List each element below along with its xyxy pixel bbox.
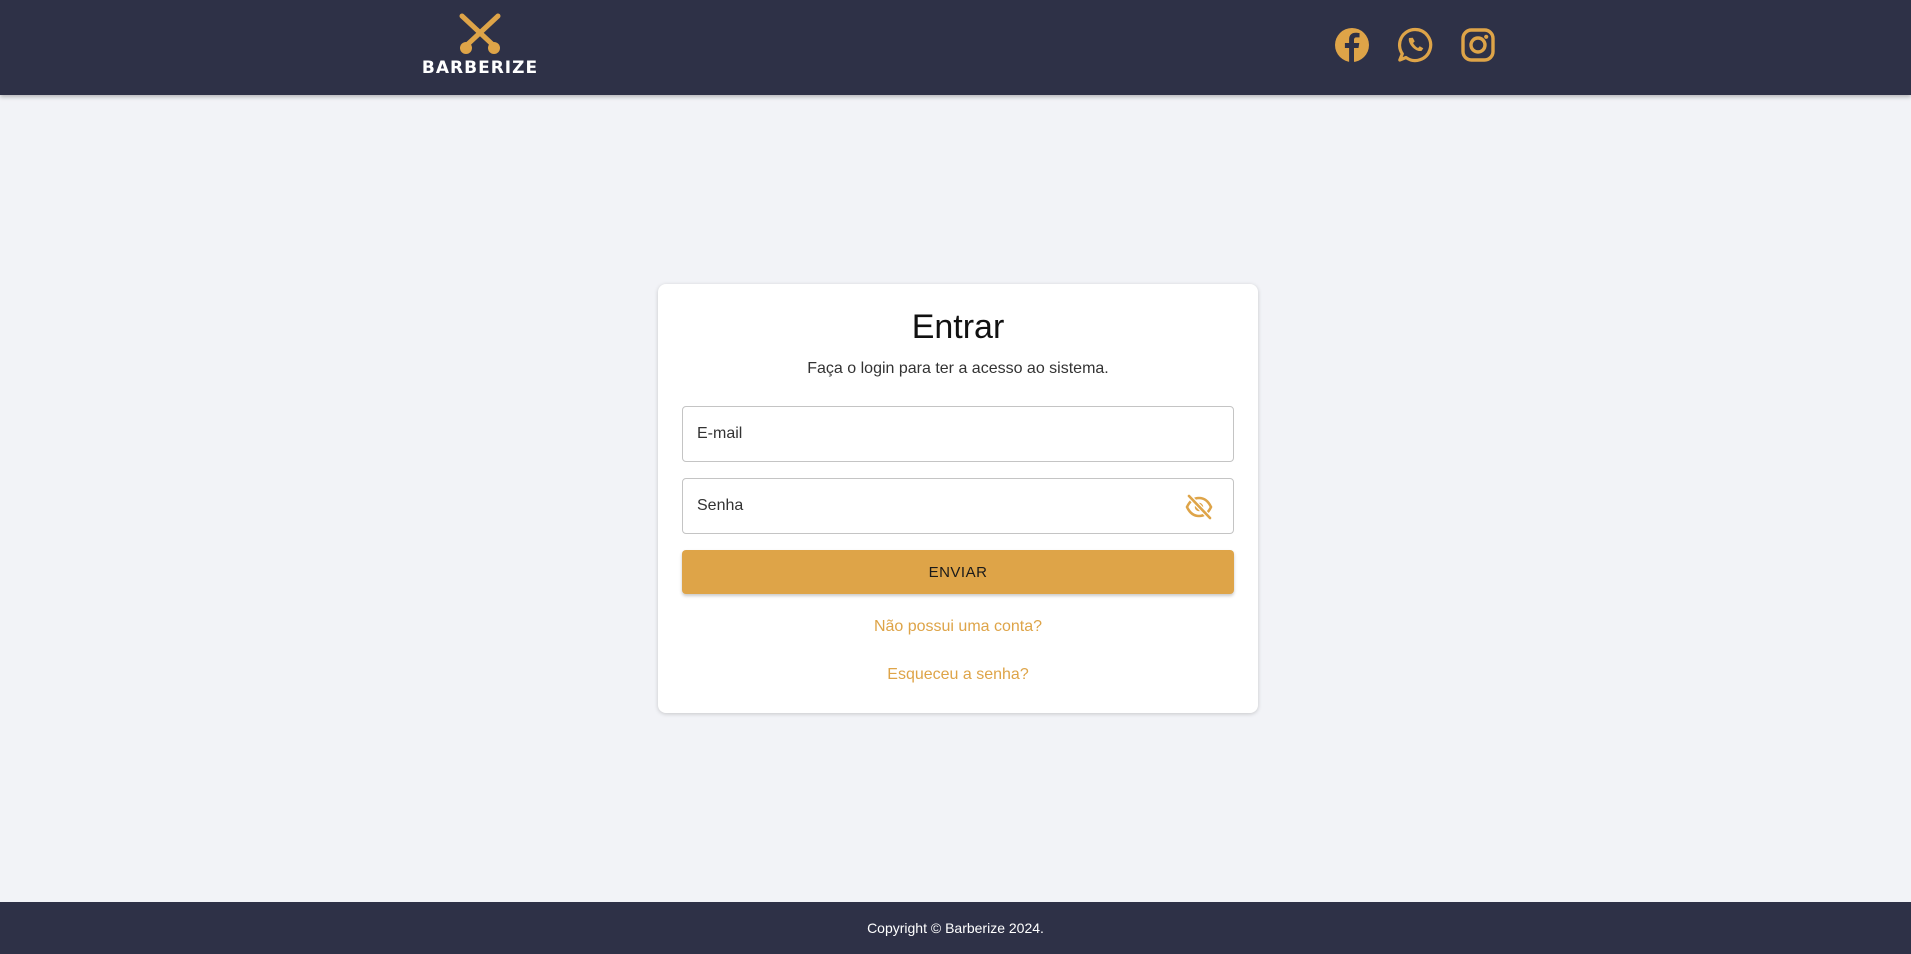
login-subtitle: Faça o login para ter a acesso ao sistem… — [807, 360, 1109, 377]
copyright-text: Copyright © Barberize 2024. — [867, 920, 1044, 936]
whatsapp-icon — [1397, 27, 1433, 63]
brand-name: BARBERIZE — [421, 58, 539, 78]
email-input[interactable] — [683, 407, 1233, 461]
email-field[interactable] — [682, 406, 1234, 462]
instagram-icon — [1461, 28, 1495, 62]
whatsapp-link[interactable] — [1396, 26, 1434, 64]
facebook-icon — [1335, 28, 1369, 62]
login-card: Entrar Faça o login para ter a acesso ao… — [658, 284, 1258, 713]
password-field[interactable] — [682, 478, 1234, 534]
submit-button[interactable]: ENVIAR — [682, 550, 1234, 594]
forgot-password-link[interactable]: Esqueceu a senha? — [658, 666, 1258, 684]
eye-off-icon — [1185, 494, 1213, 520]
toggle-password-visibility[interactable] — [1185, 493, 1213, 521]
brand-logo[interactable]: BARBERIZE — [418, 10, 542, 80]
signup-link[interactable]: Não possui uma conta? — [658, 618, 1258, 636]
crossed-razors-icon — [459, 13, 501, 54]
page-footer: Copyright © Barberize 2024. — [0, 902, 1911, 954]
page-title: Entrar — [911, 308, 1005, 346]
instagram-link[interactable] — [1459, 26, 1497, 64]
top-header: BARBERIZE — [0, 0, 1911, 95]
password-input[interactable] — [683, 479, 1233, 533]
facebook-link[interactable] — [1333, 26, 1371, 64]
